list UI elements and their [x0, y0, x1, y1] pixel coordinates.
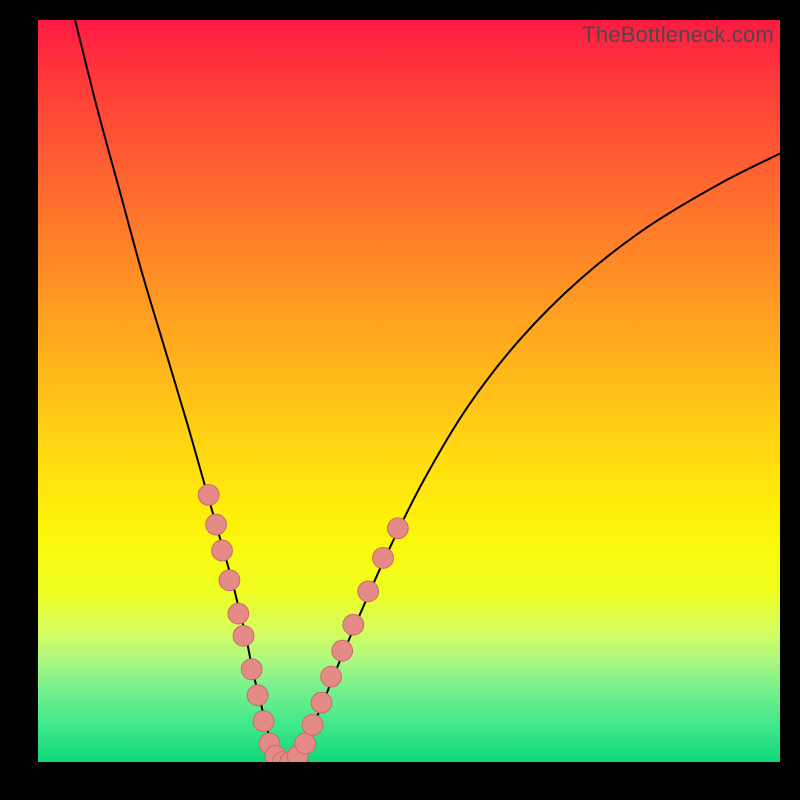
curve-marker — [198, 484, 219, 505]
curve-markers — [198, 484, 408, 762]
curve-marker — [358, 581, 379, 602]
curve-marker — [212, 540, 233, 561]
plot-area: TheBottleneck.com — [38, 20, 780, 762]
curve-marker — [206, 514, 227, 535]
curve-marker — [373, 548, 394, 569]
curve-marker — [302, 715, 323, 736]
chart-frame: TheBottleneck.com — [0, 0, 800, 800]
chart-svg — [38, 20, 780, 762]
curve-marker — [311, 692, 332, 713]
curve-marker — [321, 666, 342, 687]
curve-marker — [343, 614, 364, 635]
bottleneck-curve-path — [75, 20, 780, 762]
curve-marker — [241, 659, 262, 680]
curve-marker — [219, 570, 240, 591]
curve-marker — [247, 685, 268, 706]
curve-marker — [332, 640, 353, 661]
curve-marker — [233, 625, 254, 646]
curve-marker — [253, 711, 274, 732]
curve-marker — [387, 518, 408, 539]
curve-marker — [295, 733, 316, 754]
curve-marker — [228, 603, 249, 624]
